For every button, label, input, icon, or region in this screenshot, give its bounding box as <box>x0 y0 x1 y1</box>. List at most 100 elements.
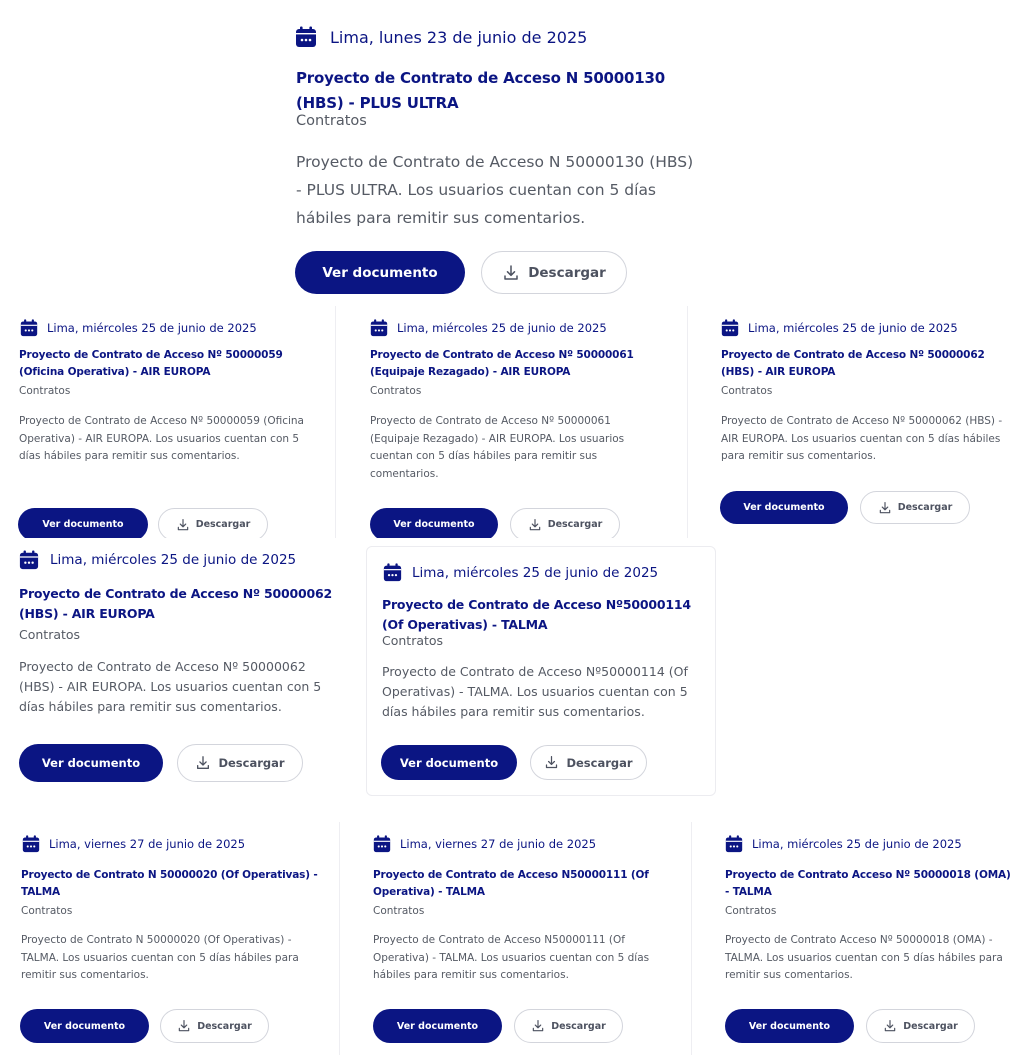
card-description: Proyecto de Contrato de Acceso Nº 500000… <box>19 415 304 462</box>
download-button[interactable]: Descargar <box>530 745 647 780</box>
card-category: Contratos <box>373 905 425 917</box>
view-document-button[interactable]: Ver documento <box>373 1009 502 1043</box>
card-actions: Ver documento Descargar <box>725 1009 975 1043</box>
card-title[interactable]: Proyecto de Contrato de Acceso Nº 500000… <box>721 347 1016 381</box>
card-actions: Ver documento Descargar <box>381 745 647 780</box>
card-actions: Ver documento Descargar <box>19 744 303 782</box>
download-icon <box>528 518 542 532</box>
download-label: Descargar <box>566 755 633 770</box>
calendar-icon <box>721 319 739 337</box>
card-description: Proyecto de Contrato de Acceso Nº 500000… <box>370 415 625 480</box>
news-card: Lima, lunes 23 de junio de 2025 Proyecto… <box>276 6 716 306</box>
view-document-button[interactable]: Ver documento <box>295 251 465 294</box>
card-date-row: Lima, viernes 27 de junio de 2025 <box>373 835 596 853</box>
card-description: Proyecto de Contrato de Acceso N 5000013… <box>296 153 694 227</box>
card-title[interactable]: Proyecto de Contrato de Acceso Nº 500000… <box>19 347 319 381</box>
download-label: Descargar <box>903 1020 958 1032</box>
download-icon <box>195 755 211 771</box>
card-date-row: Lima, miércoles 25 de junio de 2025 <box>19 550 296 570</box>
calendar-icon <box>20 319 38 337</box>
download-icon <box>502 264 520 282</box>
calendar-icon <box>383 563 402 582</box>
card-category: Contratos <box>721 385 773 397</box>
card-description: Proyecto de Contrato de Acceso Nº5000011… <box>382 664 688 719</box>
download-button[interactable]: Descargar <box>514 1009 623 1043</box>
news-card: Lima, miércoles 25 de junio de 2025 Proy… <box>356 306 688 538</box>
card-date: Lima, miércoles 25 de junio de 2025 <box>752 837 962 851</box>
view-document-button[interactable]: Ver documento <box>370 508 498 538</box>
download-button[interactable]: Descargar <box>860 491 970 524</box>
card-actions: Ver documento Descargar <box>370 508 620 538</box>
card-category: Contratos <box>370 385 422 397</box>
calendar-icon <box>19 550 39 570</box>
card-date: Lima, miércoles 25 de junio de 2025 <box>412 564 659 581</box>
download-label: Descargar <box>897 502 953 513</box>
card-description: Proyecto de Contrato de Acceso Nº 500000… <box>721 415 1003 462</box>
card-category: Contratos <box>21 905 73 917</box>
download-icon <box>878 501 892 515</box>
view-document-button[interactable]: Ver documento <box>20 1009 149 1043</box>
card-date: Lima, viernes 27 de junio de 2025 <box>400 837 597 851</box>
news-card: Lima, miércoles 25 de junio de 2025 Proy… <box>711 822 1021 1055</box>
card-title[interactable]: Proyecto de Contrato Acceso Nº 50000018 … <box>725 867 1017 901</box>
card-title[interactable]: Proyecto de Contrato de Acceso N 5000013… <box>296 66 706 116</box>
news-card: Lima, miércoles 25 de junio de 2025 Proy… <box>707 306 1021 538</box>
card-date: Lima, miércoles 25 de junio de 2025 <box>47 321 257 335</box>
card-date: Lima, viernes 27 de junio de 2025 <box>49 837 246 851</box>
card-actions: Ver documento Descargar <box>720 491 970 524</box>
card-description: Proyecto de Contrato Acceso Nº 50000018 … <box>725 934 1003 981</box>
card-title[interactable]: Proyecto de Contrato de Acceso Nº 500000… <box>19 584 344 624</box>
download-label: Descargar <box>197 1020 252 1032</box>
card-category: Contratos <box>382 633 444 648</box>
card-description: Proyecto de Contrato N 50000020 (Of Oper… <box>21 934 299 981</box>
download-label: Descargar <box>528 264 606 281</box>
card-date: Lima, miércoles 25 de junio de 2025 <box>748 321 958 335</box>
news-card: Lima, viernes 27 de junio de 2025 Proyec… <box>8 822 340 1055</box>
card-title[interactable]: Proyecto de Contrato N 50000020 (Of Oper… <box>21 867 326 901</box>
card-date-row: Lima, miércoles 25 de junio de 2025 <box>20 319 257 337</box>
card-actions: Ver documento Descargar <box>18 508 268 538</box>
card-category: Contratos <box>296 113 367 129</box>
download-button[interactable]: Descargar <box>160 1009 269 1043</box>
card-description: Proyecto de Contrato de Acceso N50000111… <box>373 934 650 981</box>
card-title[interactable]: Proyecto de Contrato de Acceso N50000111… <box>373 867 663 901</box>
news-card: Lima, miércoles 25 de junio de 2025 Proy… <box>6 306 336 538</box>
calendar-icon <box>373 835 391 853</box>
card-date-row: Lima, viernes 27 de junio de 2025 <box>22 835 245 853</box>
download-label: Descargar <box>195 519 251 530</box>
download-button[interactable]: Descargar <box>481 251 627 294</box>
download-button[interactable]: Descargar <box>158 508 268 538</box>
card-description: Proyecto de Contrato de Acceso Nº 500000… <box>19 659 322 714</box>
card-date: Lima, miércoles 25 de junio de 2025 <box>397 321 607 335</box>
calendar-icon <box>22 835 40 853</box>
view-document-button[interactable]: Ver documento <box>720 491 848 524</box>
card-date-row: Lima, lunes 23 de junio de 2025 <box>295 26 587 48</box>
card-date-row: Lima, miércoles 25 de junio de 2025 <box>725 835 962 853</box>
card-actions: Ver documento Descargar <box>20 1009 269 1043</box>
download-button[interactable]: Descargar <box>866 1009 975 1043</box>
download-label: Descargar <box>218 756 285 770</box>
download-label: Descargar <box>547 519 603 530</box>
calendar-icon <box>370 319 388 337</box>
view-document-button[interactable]: Ver documento <box>18 508 148 538</box>
card-date-row: Lima, miércoles 25 de junio de 2025 <box>721 319 958 337</box>
download-icon <box>531 1019 545 1033</box>
view-document-button[interactable]: Ver documento <box>19 744 163 782</box>
download-icon <box>177 1019 191 1033</box>
card-date-row: Lima, miércoles 25 de junio de 2025 <box>370 319 607 337</box>
card-title[interactable]: Proyecto de Contrato de Acceso Nº 500000… <box>370 347 670 381</box>
card-date-row: Lima, miércoles 25 de junio de 2025 <box>383 563 658 582</box>
download-icon <box>544 755 559 770</box>
download-icon <box>883 1019 897 1033</box>
view-document-button[interactable]: Ver documento <box>381 745 517 780</box>
download-button[interactable]: Descargar <box>177 744 303 782</box>
news-card: Lima, miércoles 25 de junio de 2025 Proy… <box>0 540 352 800</box>
calendar-icon <box>295 26 317 48</box>
download-icon <box>176 518 190 532</box>
card-title[interactable]: Proyecto de Contrato de Acceso Nº5000011… <box>382 595 702 635</box>
download-button[interactable]: Descargar <box>510 508 620 538</box>
card-date: Lima, miércoles 25 de junio de 2025 <box>50 552 297 568</box>
view-document-button[interactable]: Ver documento <box>725 1009 854 1043</box>
card-actions: Ver documento Descargar <box>373 1009 623 1043</box>
news-card: Lima, viernes 27 de junio de 2025 Proyec… <box>359 822 692 1055</box>
